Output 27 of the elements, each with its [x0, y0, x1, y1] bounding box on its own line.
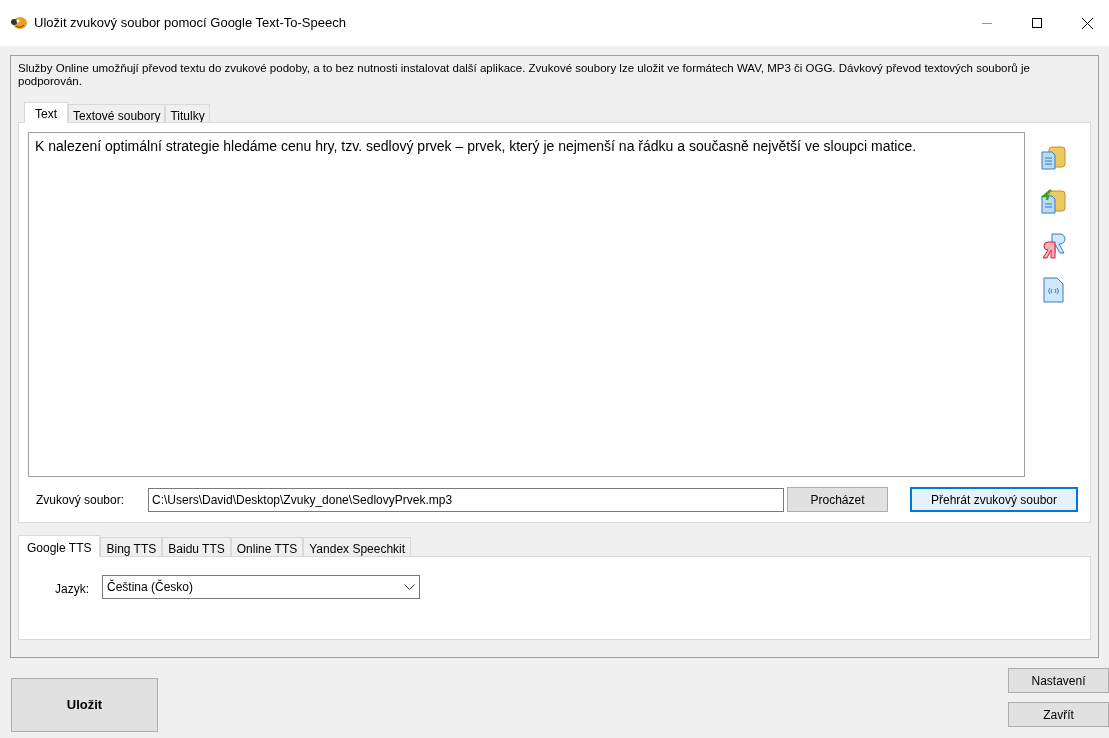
chevron-down-icon	[404, 584, 415, 590]
sound-file-label: Zvukový soubor:	[36, 491, 126, 509]
language-label: Jazyk:	[55, 581, 90, 598]
settings-button[interactable]: Nastavení	[1008, 668, 1109, 693]
tab[interactable]: Titulky	[165, 104, 210, 122]
r-letters-icon[interactable]	[1039, 232, 1067, 260]
sound-file-field[interactable]: C:\Users\David\Desktop\Zvuky_done\SedlovyPrvek.mp3	[148, 487, 784, 512]
play-button[interactable]: Přehrát zvukový soubor	[910, 487, 1078, 512]
language-dropdown[interactable]: Čeština (Česko)	[102, 575, 420, 599]
tab[interactable]: Yandex Speechkit	[303, 537, 412, 556]
app-icon	[10, 16, 28, 30]
tab[interactable]: Baidu TTS	[162, 537, 231, 556]
window-title: Uložit zvukový soubor pomocí Google Text-To-Speech	[34, 14, 346, 33]
text-area[interactable]: K nalezení optimální strategie hledáme cenu hry, tzv. sedlový prvek – prvek, který je nejmenší na řádku a současně největší ve sloupci matice.	[28, 132, 1025, 477]
tab[interactable]: Textové soubory	[68, 104, 166, 122]
tab[interactable]: Online TTS	[230, 537, 304, 556]
browse-button[interactable]: Procházet	[787, 487, 888, 512]
tab[interactable]: Google TTS	[18, 535, 101, 557]
close-button[interactable]: Zavřít	[1008, 702, 1109, 727]
tab[interactable]: Text	[24, 102, 68, 123]
tab[interactable]: Bing TTS	[100, 537, 163, 556]
document-import-icon[interactable]	[1039, 188, 1067, 216]
description-text: Služby Online umožňují převod textu do zvukové podoby, a to bez nutnosti instalovat další aplikace. Zvukové soubory lze uložit ve formátech WAV, MP3 či OGG. Dávkový převod textových souborů je podporován.	[18, 62, 1031, 89]
save-button[interactable]: Uložit	[11, 678, 158, 732]
maximize-icon[interactable]	[1032, 17, 1042, 28]
close-icon[interactable]	[1082, 17, 1093, 29]
document-folder-icon[interactable]	[1039, 144, 1067, 172]
